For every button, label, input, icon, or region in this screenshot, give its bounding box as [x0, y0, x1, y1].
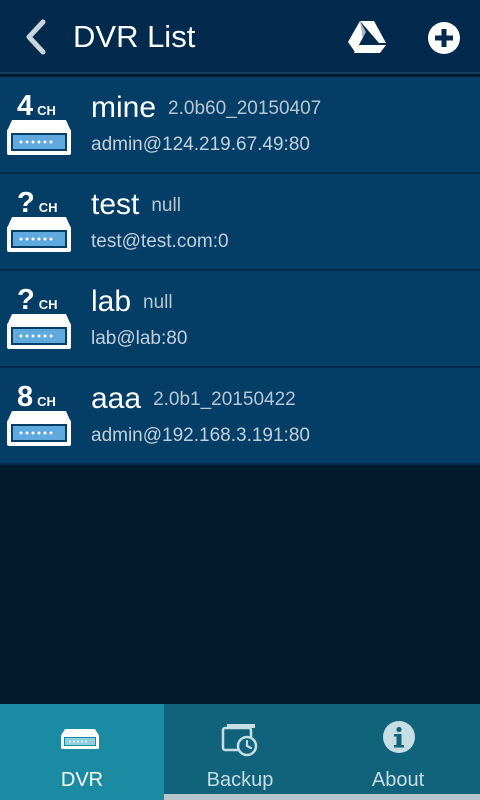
tab-bar-underline — [164, 794, 480, 800]
dvr-list: 4 CH mine 2.0b60_20150407 admin@124.219.67… — [0, 77, 480, 465]
dvr-list-item[interactable]: ? CH test null test@test.com:0 — [0, 174, 480, 271]
dvr-device-icon — [7, 217, 71, 252]
tab-dvr-label: DVR — [60, 769, 104, 791]
dvr-name: test — [91, 188, 140, 221]
dvr-address: lab@lab:80 — [91, 328, 188, 349]
tab-backup[interactable]: Backup — [164, 704, 316, 800]
channel-unit: CH — [38, 200, 58, 215]
channel-unit: CH — [38, 297, 58, 312]
dvr-version: 2.0b1_20150422 — [153, 389, 296, 410]
dvr-device-icon — [7, 314, 71, 349]
tab-dvr[interactable]: DVR — [0, 704, 164, 800]
dvr-address: admin@124.219.67.49:80 — [91, 134, 310, 155]
add-dvr-icon[interactable] — [424, 18, 464, 58]
dvr-device-icon — [7, 411, 71, 446]
dvr-list-item[interactable]: ? CH lab null lab@lab:80 — [0, 271, 480, 368]
info-icon — [383, 721, 415, 753]
back-icon[interactable] — [18, 18, 58, 58]
backup-icon — [221, 724, 258, 757]
channel-unit: CH — [37, 103, 56, 118]
app-header: DVR List — [0, 0, 480, 74]
dvr-name-line: lab null — [91, 285, 173, 320]
page-title: DVR List — [73, 19, 196, 54]
dvr-name-line: test null — [91, 188, 181, 223]
tab-about[interactable]: About — [316, 704, 480, 800]
dvr-name: mine — [91, 91, 157, 124]
google-drive-icon[interactable] — [346, 18, 388, 58]
dvr-list-item[interactable]: 8 CH aaa 2.0b1_20150422 admin@192.168.3.19… — [0, 368, 480, 465]
dvr-list-item[interactable]: 4 CH mine 2.0b60_20150407 admin@124.219.67… — [0, 77, 480, 174]
dvr-device-icon — [7, 120, 71, 155]
dvr-version: null — [143, 292, 173, 313]
dvr-name-line: aaa 2.0b1_20150422 — [91, 382, 296, 417]
dvr-version: null — [151, 195, 181, 216]
dvr-icon — [61, 729, 99, 749]
channel-unit: CH — [37, 394, 56, 409]
bottom-tab-bar: DVR Backup About — [0, 704, 480, 800]
dvr-name: lab — [91, 285, 132, 318]
tab-backup-label: Backup — [206, 769, 274, 791]
tab-about-label: About — [371, 769, 425, 791]
dvr-version: 2.0b60_20150407 — [168, 98, 322, 119]
dvr-name-line: mine 2.0b60_20150407 — [91, 91, 321, 126]
dvr-address: admin@192.168.3.191:80 — [91, 425, 310, 446]
dvr-address: test@test.com:0 — [91, 231, 229, 252]
dvr-name: aaa — [91, 382, 142, 415]
